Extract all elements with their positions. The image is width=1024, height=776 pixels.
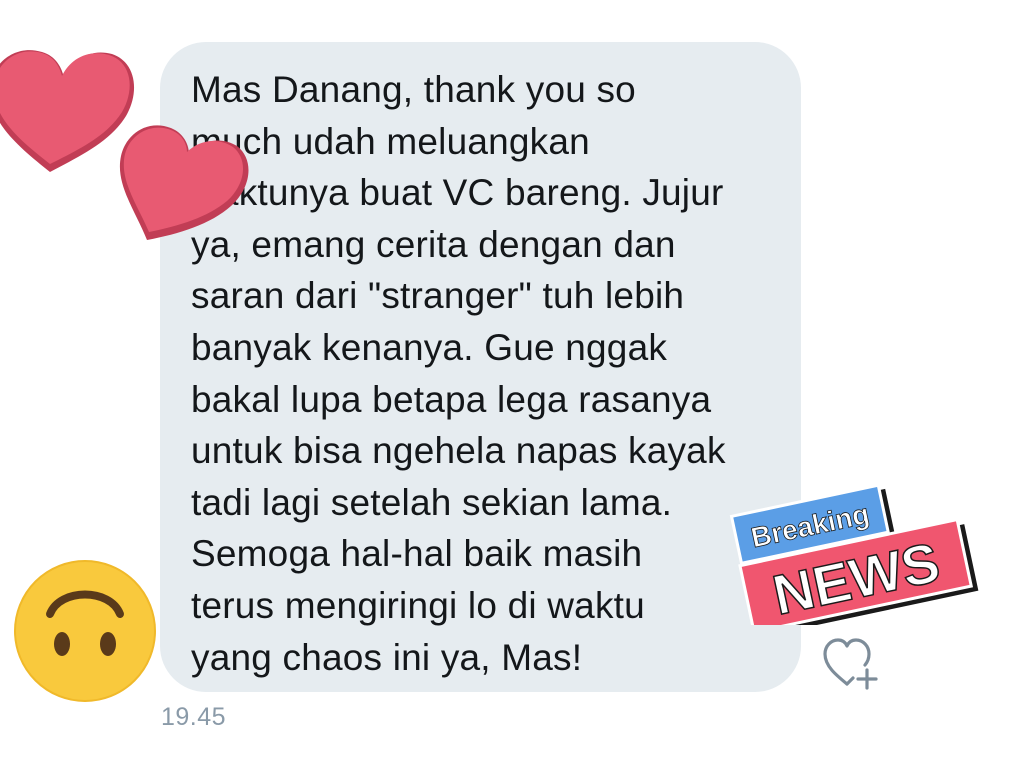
message-line: terus mengiringi lo di waktu bbox=[191, 584, 645, 626]
message-line: bakal lupa betapa lega rasanya bbox=[191, 378, 712, 420]
message-text: Mas Danang, thank you so much udah melua… bbox=[191, 64, 791, 683]
like-message-button[interactable] bbox=[820, 634, 882, 694]
message-line: Semoga hal-hal baik masih bbox=[191, 533, 643, 575]
message-line: saran dari "stranger" tuh lebih bbox=[191, 275, 685, 317]
upside-down-face-emoji bbox=[14, 560, 156, 702]
message-line: yang chaos ini ya, Mas! bbox=[191, 636, 583, 678]
heart-plus-icon bbox=[823, 638, 878, 690]
message-line: waktunya buat VC bareng. Jujur bbox=[191, 172, 724, 214]
message-line: much udah meluangkan bbox=[191, 120, 590, 162]
breaking-news-sticker: Breaking NEWS bbox=[712, 465, 982, 637]
heart-sticker bbox=[119, 125, 249, 240]
message-line: tadi lagi setelah sekian lama. bbox=[191, 481, 673, 523]
message-line: banyak kenanya. Gue nggak bbox=[191, 326, 668, 368]
message-line: untuk bisa ngehela napas kayak bbox=[191, 430, 726, 472]
dm-conversation: Mas Danang, thank you so much udah melua… bbox=[0, 0, 1024, 776]
message-timestamp: 19.45 bbox=[161, 703, 227, 731]
message-line: ya, emang cerita dengan dan bbox=[191, 223, 676, 265]
message-line: Mas Danang, thank you so bbox=[191, 69, 636, 110]
